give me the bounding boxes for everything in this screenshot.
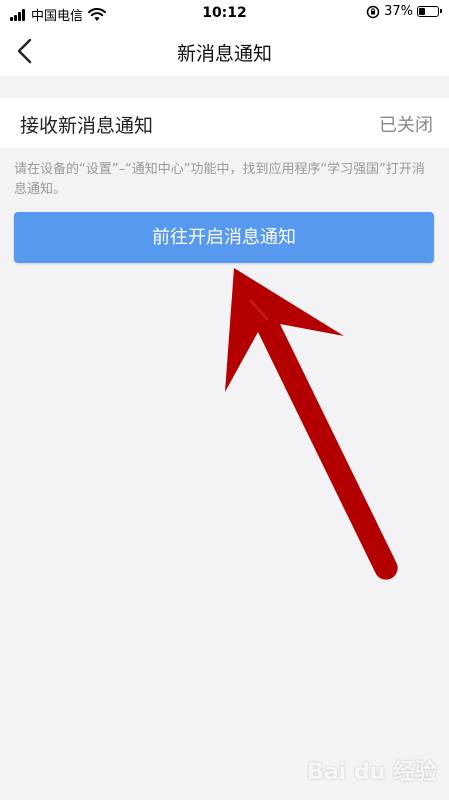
- rotation-lock-icon: [366, 5, 380, 18]
- setting-status: 已关闭: [379, 115, 433, 136]
- page-title: 新消息通知: [176, 43, 272, 65]
- nav-bar: 新消息通知: [0, 26, 449, 76]
- battery-icon: [417, 6, 442, 17]
- status-bar: 中国电信 10:12 37%: [0, 0, 449, 26]
- setting-label: 接收新消息通知: [20, 115, 154, 137]
- battery-percent: 37%: [384, 4, 413, 19]
- enable-notification-button[interactable]: 前往开启消息通知: [14, 212, 434, 263]
- hint-text: 请在设备的“设置”–“通知中心”功能中，找到应用程序“学习强国”打开消息通知。: [14, 162, 425, 197]
- status-right: 37%: [366, 4, 442, 19]
- notification-setting-row[interactable]: 接收新消息通知 已关闭: [0, 98, 449, 148]
- watermark: Bai du 经验: [307, 760, 437, 785]
- battery-fill: [419, 8, 425, 15]
